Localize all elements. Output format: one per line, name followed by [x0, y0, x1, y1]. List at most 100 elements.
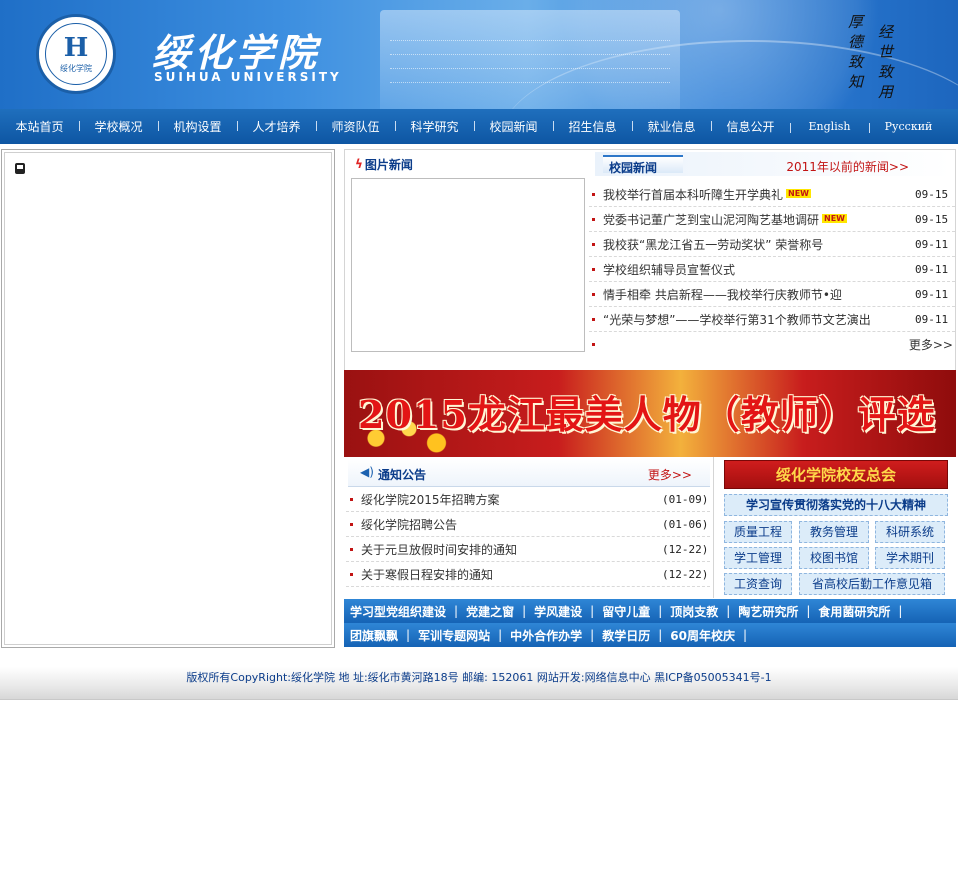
nav-english[interactable]: English: [790, 120, 869, 133]
notice-item-date: (01-09): [662, 492, 709, 506]
news-title[interactable]: 我校举行首届本科听障生开学典礼: [603, 188, 783, 202]
bullet-icon: [592, 217, 595, 221]
banner-headline: 2015龙江最美人物（教师）评选: [358, 392, 936, 437]
campus-news-more-link[interactable]: 更多>>: [909, 336, 953, 353]
list-item[interactable]: 我校举行首届本科听障生开学典礼 NEW 09-15: [589, 182, 955, 207]
link-fungi-institute[interactable]: 食用菌研究所: [818, 603, 890, 620]
link-separator: |: [898, 604, 903, 618]
student-affairs-button[interactable]: 学工管理: [724, 547, 792, 569]
link-joint-programs[interactable]: 中外合作办学: [510, 627, 582, 644]
bullet-icon: [592, 242, 595, 246]
nav-russian[interactable]: Русский: [869, 120, 948, 133]
link-separator: |: [498, 628, 503, 642]
copyright-text: 版权所有CopyRight:绥化学院 地 址:绥化市黄河路18号 邮编: 152…: [186, 671, 772, 684]
link-military-training[interactable]: 军训专题网站: [418, 627, 490, 644]
nav-talent[interactable]: 人才培养: [237, 118, 316, 135]
media-icon: [15, 163, 25, 174]
news-date: 09-11: [915, 287, 949, 301]
special-links-bar-2: 团旗飘飘 | 军训专题网站 | 中外合作办学 | 教学日历 | 60周年校庆 |: [344, 623, 956, 647]
news-title[interactable]: 我校获“黑龙江省五一劳动奖状” 荣誉称号: [603, 236, 915, 253]
party-spirit-link[interactable]: 学习宣传贯彻落实党的十八大精神: [724, 494, 948, 516]
nav-home[interactable]: 本站首页: [0, 118, 79, 135]
link-60th-anniversary[interactable]: 60周年校庆: [670, 627, 735, 644]
list-item[interactable]: 情手相牵 共启新程——我校举行庆教师节•迎 09-11: [589, 282, 955, 307]
nav-admissions[interactable]: 招生信息: [553, 118, 632, 135]
list-item[interactable]: 关于元旦放假时间安排的通知 (12-22): [346, 537, 710, 562]
campus-news-more-row: 更多>>: [589, 332, 955, 356]
quality-engineering-button[interactable]: 质量工程: [724, 521, 792, 543]
picture-news-header: ϟ 图片新闻: [355, 156, 413, 172]
link-teaching-calendar[interactable]: 教学日历: [602, 627, 650, 644]
nav-organization[interactable]: 机构设置: [158, 118, 237, 135]
link-study-style[interactable]: 学风建设: [534, 603, 582, 620]
news-title[interactable]: “光荣与梦想”——学校举行第31个教师节文艺演出: [603, 311, 915, 328]
library-button[interactable]: 校图书馆: [799, 547, 869, 569]
research-system-button[interactable]: 科研系统: [875, 521, 945, 543]
school-name-cn: 绥化学院: [152, 30, 321, 75]
notice-section: ◀) 通知公告 更多>> 绥化学院2015年招聘方案 (01-09) 绥化学院招…: [344, 457, 712, 598]
list-item[interactable]: 我校获“黑龙江省五一劳动奖状” 荣誉称号 09-11: [589, 232, 955, 257]
notice-item-title[interactable]: 绥化学院招聘公告: [361, 516, 662, 533]
nav-employment[interactable]: 就业信息: [632, 118, 711, 135]
bullet-icon: [350, 572, 353, 576]
academic-affairs-button[interactable]: 教务管理: [799, 521, 869, 543]
link-teaching-support[interactable]: 顶岗支教: [670, 603, 718, 620]
news-title[interactable]: 情手相牵 共启新程——我校举行庆教师节•迎: [603, 286, 915, 303]
nav-campus-news[interactable]: 校园新闻: [474, 118, 553, 135]
nav-overview[interactable]: 学校概况: [79, 118, 158, 135]
list-item[interactable]: 党委书记董广芝到宝山泥河陶艺基地调研 NEW 09-15: [589, 207, 955, 232]
old-news-link[interactable]: 2011年以前的新闻>>: [786, 158, 909, 175]
alumni-association-button[interactable]: 绥化学院校友总会: [724, 460, 948, 489]
list-item[interactable]: 绥化学院2015年招聘方案 (01-09): [346, 487, 710, 512]
list-item[interactable]: 关于寒假日程安排的通知 (12-22): [346, 562, 710, 587]
notice-item-title[interactable]: 关于元旦放假时间安排的通知: [361, 541, 662, 558]
link-separator: |: [658, 604, 663, 618]
bullet-icon: [350, 522, 353, 526]
nav-faculty[interactable]: 师资队伍: [316, 118, 395, 135]
campus-building-graphic: [380, 10, 680, 109]
salary-query-button[interactable]: 工资查询: [724, 573, 792, 595]
notice-more-link[interactable]: 更多>>: [648, 466, 692, 483]
list-item[interactable]: 绥化学院招聘公告 (01-06): [346, 512, 710, 537]
picture-news-frame[interactable]: [351, 178, 585, 352]
link-separator: |: [590, 628, 595, 642]
news-date: 09-11: [915, 237, 949, 251]
link-left-behind-children[interactable]: 留守儿童: [602, 603, 650, 620]
quick-links-panel: 绥化学院校友总会 学习宣传贯彻落实党的十八大精神 质量工程 教务管理 科研系统 …: [713, 457, 956, 598]
link-party-window[interactable]: 党建之窗: [466, 603, 514, 620]
link-league-flag[interactable]: 团旗飘飘: [350, 627, 398, 644]
bullet-icon: [592, 343, 595, 346]
seal-mark: H: [63, 32, 89, 63]
seal-sub: 绥化学院: [60, 63, 92, 73]
notice-item-title[interactable]: 关于寒假日程安排的通知: [361, 566, 662, 583]
site-footer: 版权所有CopyRight:绥化学院 地 址:绥化市黄河路18号 邮编: 152…: [0, 667, 958, 700]
news-title[interactable]: 党委书记董广芝到宝山泥河陶艺基地调研: [603, 213, 819, 227]
school-seal-logo[interactable]: H 绥化学院: [36, 14, 116, 94]
nav-disclosure[interactable]: 信息公开: [711, 118, 790, 135]
list-item[interactable]: 学校组织辅导员宣誓仪式 09-11: [589, 257, 955, 282]
speaker-icon: ◀): [360, 465, 374, 479]
school-name-en: SUIHUA UNIVERSITY: [154, 70, 342, 84]
new-badge-icon: NEW: [822, 213, 847, 223]
link-party-org[interactable]: 学习型党组织建设: [350, 603, 446, 620]
news-date: 09-11: [915, 262, 949, 276]
notice-item-title[interactable]: 绥化学院2015年招聘方案: [361, 491, 662, 508]
bullet-icon: [592, 292, 595, 296]
logistics-feedback-button[interactable]: 省高校后勤工作意见箱: [799, 573, 945, 595]
tab-campus-news[interactable]: 校园新闻: [603, 155, 683, 175]
lightning-icon: ϟ: [355, 157, 363, 171]
media-panel: [1, 149, 335, 648]
link-ceramics-institute[interactable]: 陶艺研究所: [738, 603, 798, 620]
new-badge-icon: NEW: [786, 188, 811, 198]
bullet-icon: [592, 317, 595, 321]
nav-research[interactable]: 科学研究: [395, 118, 474, 135]
campus-news-list: 我校举行首届本科听障生开学典礼 NEW 09-15 党委书记董广芝到宝山泥河陶艺基…: [589, 182, 955, 356]
journal-button[interactable]: 学术期刊: [875, 547, 945, 569]
list-item[interactable]: “光荣与梦想”——学校举行第31个教师节文艺演出 09-11: [589, 307, 955, 332]
site-header: H 绥化学院 绥化学院 SUIHUA UNIVERSITY 厚德致知 经世致用: [0, 0, 958, 109]
news-title[interactable]: 学校组织辅导员宣誓仪式: [603, 261, 915, 278]
link-separator: |: [590, 604, 595, 618]
campus-news-header: 校园新闻 2011年以前的新闻>>: [595, 152, 951, 176]
promo-banner[interactable]: 2015龙江最美人物（教师）评选: [344, 370, 956, 457]
link-separator: |: [658, 628, 663, 642]
